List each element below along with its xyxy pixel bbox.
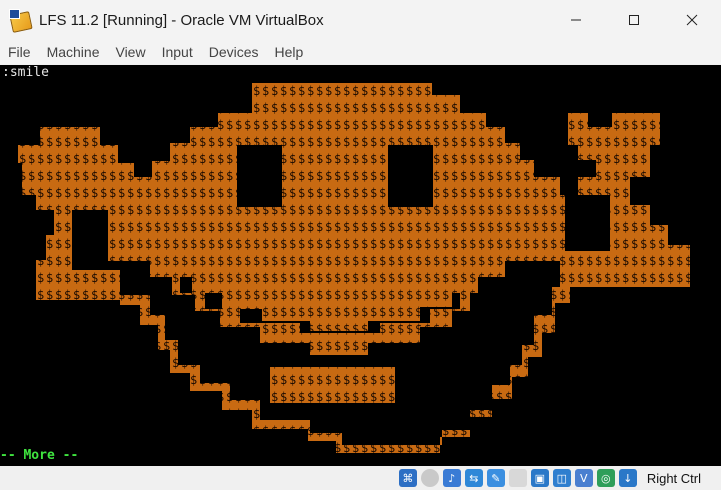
status-bar: ⌘ ♪ ⇆ ✎ ▣ ◫ V ◎ ↓ Right Ctrl xyxy=(0,466,721,490)
menu-machine[interactable]: Machine xyxy=(39,40,108,64)
hard-disk-icon[interactable]: ⌘ xyxy=(398,469,417,487)
virtualbox-icon xyxy=(9,9,33,33)
menu-bar: File Machine View Input Devices Help xyxy=(0,40,721,64)
recording-icon[interactable]: ◫ xyxy=(552,469,571,487)
menu-view[interactable]: View xyxy=(107,40,153,64)
pager-more-prompt: -- More -- xyxy=(0,448,79,463)
close-icon xyxy=(686,14,698,26)
mouse-integration-icon[interactable]: ↓ xyxy=(618,469,637,487)
smiley-ascii-art: $ xyxy=(0,65,721,466)
menu-file[interactable]: File xyxy=(0,40,39,64)
menu-input[interactable]: Input xyxy=(154,40,201,64)
shared-folder-icon[interactable] xyxy=(508,469,527,487)
close-button[interactable] xyxy=(663,0,721,40)
mouth-teeth xyxy=(270,367,395,403)
optical-disk-icon[interactable] xyxy=(420,469,439,487)
right-eye xyxy=(388,145,433,207)
menu-help[interactable]: Help xyxy=(267,40,312,64)
network-icon[interactable]: ⇆ xyxy=(464,469,483,487)
face-head xyxy=(108,83,568,355)
display-icon[interactable]: ▣ xyxy=(530,469,549,487)
maximize-button[interactable] xyxy=(605,0,663,40)
command-line: :smile xyxy=(2,65,49,80)
audio-icon[interactable]: ♪ xyxy=(442,469,461,487)
minimize-icon xyxy=(571,19,581,21)
window-controls xyxy=(547,0,721,40)
usb-icon[interactable]: ✎ xyxy=(486,469,505,487)
left-eye xyxy=(237,145,282,207)
left-arm-gap xyxy=(72,210,108,272)
vm-console-screen[interactable]: $ :smile -- More -- xyxy=(0,65,721,466)
maximize-icon xyxy=(629,15,639,25)
right-arm-gap xyxy=(565,195,610,251)
window-title: LFS 11.2 [Running] - Oracle VM VirtualBo… xyxy=(39,11,324,29)
virtualization-icon[interactable]: V xyxy=(574,469,593,487)
title-bar[interactable]: LFS 11.2 [Running] - Oracle VM VirtualBo… xyxy=(0,0,721,40)
right-cheek xyxy=(560,255,690,287)
minimize-button[interactable] xyxy=(547,0,605,40)
cpu-icon[interactable]: ◎ xyxy=(596,469,615,487)
host-key-label[interactable]: Right Ctrl xyxy=(647,471,701,486)
left-cheek xyxy=(36,270,120,300)
menu-devices[interactable]: Devices xyxy=(201,40,267,64)
